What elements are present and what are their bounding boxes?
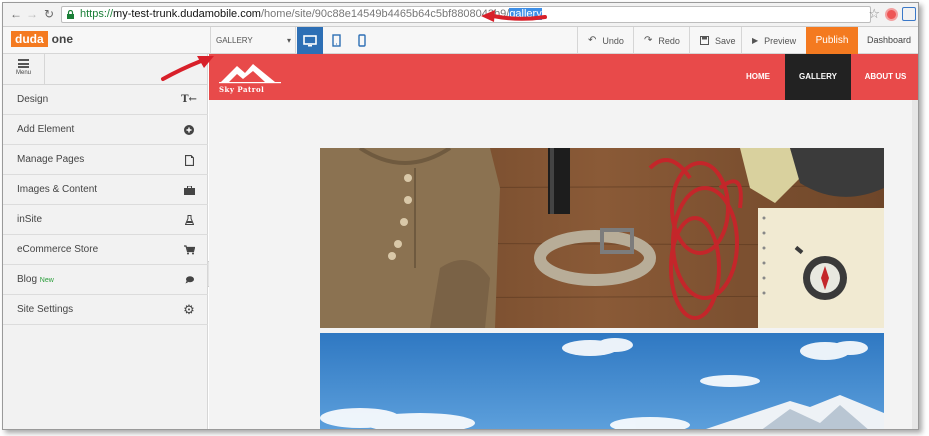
extension-icon-2[interactable] bbox=[902, 7, 916, 21]
page-selector[interactable]: GALLERY ▾ bbox=[210, 27, 296, 54]
logo-brand: duda bbox=[11, 31, 48, 47]
sidebar-item-ecommerce[interactable]: eCommerce Store bbox=[3, 235, 208, 265]
forward-icon[interactable]: → bbox=[25, 7, 39, 21]
redo-label: Redo bbox=[658, 35, 680, 46]
dashboard-button[interactable]: Dashboard bbox=[858, 27, 918, 54]
sidebar-item-images-content[interactable]: Images & Content bbox=[3, 175, 208, 205]
sidebar-item-blog[interactable]: Blog New bbox=[3, 265, 208, 295]
sidebar-item-label: Manage Pages bbox=[17, 154, 85, 165]
site-header: Sky Patrol HOME GALLERY ABOUT US bbox=[209, 54, 918, 100]
url-protocol: https:// bbox=[80, 8, 114, 20]
preview-scrollbar[interactable] bbox=[912, 100, 918, 429]
annotation-arrow-icon bbox=[481, 10, 547, 22]
menu-button[interactable]: Menu bbox=[3, 54, 45, 85]
sidebar-item-label: inSite bbox=[17, 214, 43, 225]
preview-label: Preview bbox=[764, 35, 797, 46]
annotation-arrow-icon-2 bbox=[161, 56, 214, 81]
menu-label: Menu bbox=[15, 70, 31, 76]
flask-icon bbox=[182, 205, 196, 235]
mobile-icon bbox=[358, 34, 366, 47]
logo-suffix: one bbox=[51, 32, 74, 46]
site-preview: Sky Patrol HOME GALLERY ABOUT US bbox=[209, 54, 918, 429]
lock-icon bbox=[67, 10, 74, 19]
save-icon bbox=[700, 36, 709, 45]
reload-icon[interactable]: ↻ bbox=[42, 7, 56, 21]
text-format-icon: T← bbox=[181, 94, 197, 105]
comment-icon bbox=[182, 265, 196, 295]
page-icon bbox=[182, 145, 196, 175]
save-button[interactable]: Save bbox=[689, 27, 741, 54]
play-icon: ▶ bbox=[752, 36, 759, 45]
site-nav-home[interactable]: HOME bbox=[731, 54, 785, 100]
duda-one-logo: duda one bbox=[11, 30, 73, 48]
extension-icon[interactable] bbox=[885, 8, 898, 21]
briefcase-icon bbox=[182, 175, 196, 205]
gallery-image-gear bbox=[320, 148, 884, 328]
address-bar[interactable]: https://my-test-trunk.dudamobile.com/hom… bbox=[61, 6, 871, 23]
url-path: /home/site/90c88e14549b4465b64c5bf880804… bbox=[260, 8, 510, 20]
sidebar-item-label: Blog bbox=[17, 274, 38, 285]
tablet-icon bbox=[331, 34, 341, 47]
sidebar-item-insite[interactable]: inSite bbox=[3, 205, 208, 235]
site-nav-about-us[interactable]: ABOUT US bbox=[851, 54, 918, 100]
sidebar: Menu Design T← Add Element Manage Pages … bbox=[3, 54, 208, 429]
new-badge: New bbox=[39, 277, 54, 284]
site-nav-gallery[interactable]: GALLERY bbox=[785, 54, 851, 100]
gallery-image-mountains bbox=[320, 333, 884, 429]
chevron-down-icon: ▾ bbox=[286, 36, 291, 45]
site-logo-text: Sky Patrol bbox=[219, 85, 265, 94]
sidebar-item-label: Design bbox=[17, 94, 49, 105]
redo-button[interactable]: ↷ Redo bbox=[633, 27, 689, 54]
sidebar-item-site-settings[interactable]: Site Settings ⚙ bbox=[3, 295, 208, 325]
preview-button[interactable]: ▶ Preview bbox=[741, 27, 806, 54]
bookmark-star-icon[interactable]: ☆ bbox=[868, 6, 880, 22]
plus-circle-icon bbox=[182, 115, 196, 145]
sidebar-item-design[interactable]: Design T← bbox=[3, 85, 208, 115]
undo-icon: ↶ bbox=[588, 35, 597, 46]
cart-icon bbox=[182, 235, 196, 265]
page-selector-value: GALLERY bbox=[216, 36, 253, 45]
undo-label: Undo bbox=[602, 35, 624, 46]
editor-toolbar: duda one GALLERY ▾ ↶ Undo ↷ Redo Save ▶ … bbox=[3, 27, 918, 54]
sidebar-item-manage-pages[interactable]: Manage Pages bbox=[3, 145, 208, 175]
desktop-icon bbox=[303, 34, 317, 46]
app-frame: ← → ↻ https://my-test-trunk.dudamobile.c… bbox=[2, 2, 919, 430]
url-host: my-test-trunk.dudamobile.com bbox=[113, 8, 261, 20]
sidebar-item-label: Site Settings bbox=[17, 304, 74, 315]
sidebar-item-add-element[interactable]: Add Element bbox=[3, 115, 208, 145]
desktop-view-button[interactable] bbox=[297, 27, 323, 54]
sidebar-item-label: Add Element bbox=[17, 124, 75, 135]
tablet-view-button[interactable] bbox=[323, 27, 349, 54]
save-label: Save bbox=[715, 35, 736, 46]
back-icon[interactable]: ← bbox=[9, 7, 23, 21]
mobile-view-button[interactable] bbox=[349, 27, 375, 54]
sidebar-item-label: Images & Content bbox=[17, 184, 98, 195]
redo-icon: ↷ bbox=[644, 35, 653, 46]
sidebar-item-label: eCommerce Store bbox=[17, 244, 99, 255]
hamburger-icon bbox=[18, 59, 29, 68]
gear-icon: ⚙ bbox=[183, 302, 195, 317]
browser-bar: ← → ↻ https://my-test-trunk.dudamobile.c… bbox=[3, 3, 918, 27]
publish-button[interactable]: Publish bbox=[806, 27, 858, 54]
undo-button[interactable]: ↶ Undo bbox=[577, 27, 633, 54]
